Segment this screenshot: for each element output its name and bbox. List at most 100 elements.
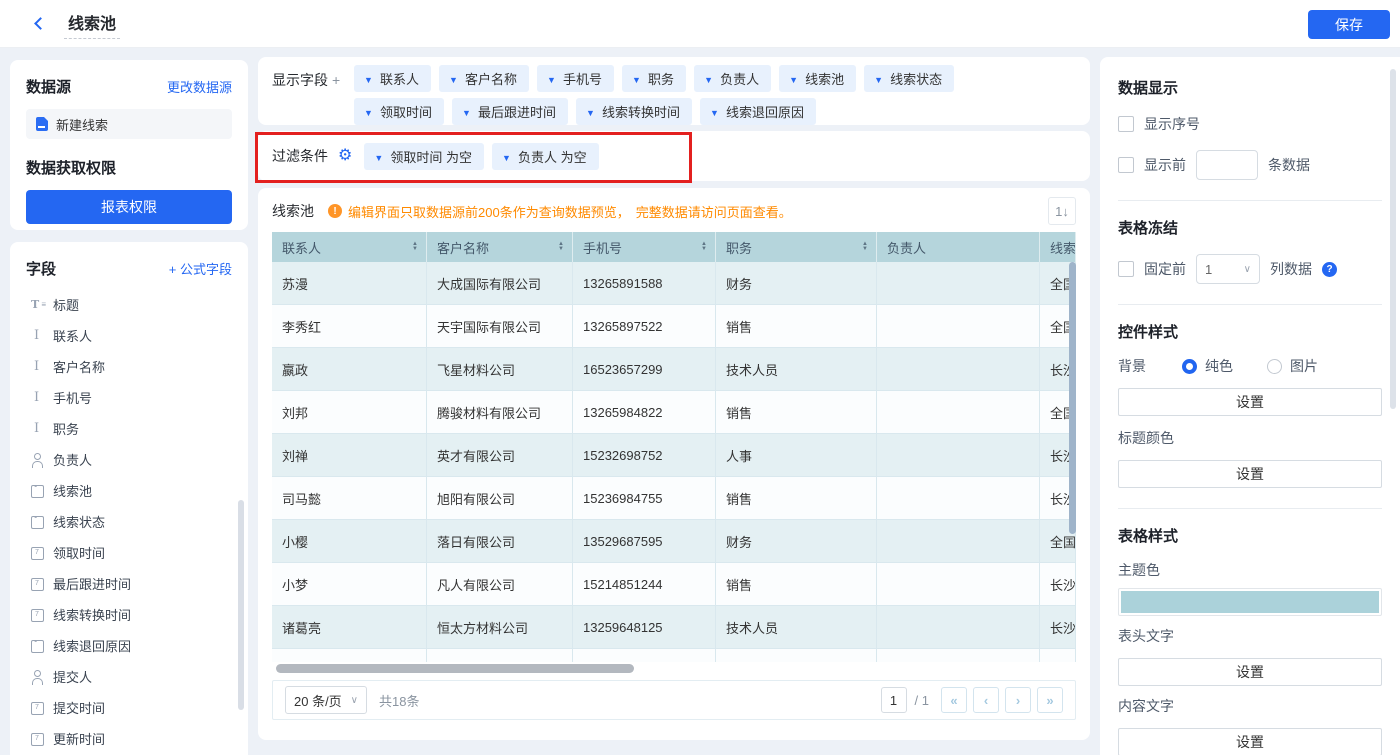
field-item[interactable]: 最后跟进时间 (26, 568, 232, 599)
field-item[interactable]: 客户名称 (26, 351, 232, 382)
field-item[interactable]: 手机号 (26, 382, 232, 413)
last-page-button[interactable] (1037, 687, 1063, 713)
cell-phone: 15232698752 (573, 434, 716, 477)
theme-color-picker[interactable] (1118, 588, 1382, 616)
cell-title: 财务 (716, 520, 877, 563)
field-item[interactable]: 更新时间 (26, 723, 232, 754)
header-text-set-button[interactable]: 设置 (1118, 658, 1382, 686)
caret-down-icon (547, 71, 556, 86)
sort-arrows-icon[interactable]: ▲▼ (552, 242, 564, 252)
freeze-label: 固定前 (1144, 259, 1186, 279)
field-item[interactable]: 提交人 (26, 661, 232, 692)
chip-label: 职务 (648, 69, 674, 88)
sort-arrows-icon[interactable]: ▲▼ (695, 242, 707, 252)
field-type-icon (30, 298, 44, 312)
solid-color-radio[interactable] (1182, 359, 1197, 374)
field-type-icon (30, 360, 44, 374)
report-permission-button[interactable]: 报表权限 (26, 190, 232, 224)
cell-owner (877, 391, 1040, 434)
content-text-set-button[interactable]: 设置 (1118, 728, 1382, 755)
change-datasource-link[interactable]: 更改数据源 (167, 77, 232, 96)
image-radio[interactable] (1267, 359, 1282, 374)
formula-field-link[interactable]: + 公式字段 (169, 259, 232, 278)
title-color-set-button[interactable]: 设置 (1118, 460, 1382, 488)
field-item[interactable]: 线索退回原因 (26, 630, 232, 661)
display-field-chip[interactable]: 客户名称 (439, 65, 529, 92)
add-field-button[interactable]: + (332, 72, 340, 88)
cell-phone: 13259648125 (573, 606, 716, 649)
datasource-heading: 数据源 (26, 76, 71, 97)
filter-chip[interactable]: 负责人 为空 (492, 143, 599, 170)
prev-page-button[interactable] (973, 687, 999, 713)
sort-arrows-icon[interactable]: ▲▼ (406, 242, 418, 252)
page-size-select[interactable]: 20 条/页 ∨ (285, 686, 367, 714)
field-item[interactable]: 联系人 (26, 320, 232, 351)
cell-customer: 天宇国际有限公司 (427, 305, 573, 348)
data-display-heading: 数据显示 (1118, 77, 1382, 98)
display-field-chip[interactable]: 最后跟进时间 (452, 98, 568, 125)
first-page-button[interactable] (941, 687, 967, 713)
display-field-chip[interactable]: 线索转换时间 (576, 98, 692, 125)
datasource-item[interactable]: 新建线索 (26, 109, 232, 139)
display-field-chip[interactable]: 领取时间 (354, 98, 444, 125)
column-header-customer[interactable]: 客户名称 ▲▼ (427, 232, 573, 262)
caret-down-icon (364, 104, 373, 119)
total-pages: / 1 (915, 693, 929, 708)
column-header-phone[interactable]: 手机号 ▲▼ (573, 232, 716, 262)
cell-phone: 13265897522 (573, 305, 716, 348)
cell-customer (427, 649, 573, 662)
table-header-row: 联系人 ▲▼ 客户名称 ▲▼ 手机号 ▲▼ 职务 ▲▼ 负责人 线索池 (272, 232, 1076, 262)
column-header-pool[interactable]: 线索池 (1040, 232, 1076, 262)
column-header-title[interactable]: 职务 ▲▼ (716, 232, 877, 262)
field-item[interactable]: 标题 (26, 289, 232, 320)
field-item[interactable]: 职务 (26, 413, 232, 444)
background-set-button[interactable]: 设置 (1118, 388, 1382, 416)
display-fields-card: 显示字段+ 联系人 客户名称 手机号 (258, 57, 1090, 125)
row-limit-input[interactable] (1196, 150, 1258, 180)
field-item[interactable]: 线索池 (26, 475, 232, 506)
current-page-input[interactable]: 1 (881, 687, 907, 713)
freeze-heading: 表格冻结 (1118, 217, 1382, 238)
display-field-chip[interactable]: 线索状态 (864, 65, 954, 92)
display-field-chip[interactable]: 线索池 (779, 65, 856, 92)
column-header-contact[interactable]: 联系人 ▲▼ (272, 232, 427, 262)
display-chips-row-2: 领取时间 最后跟进时间 线索转换时间 线索退回原因 (354, 98, 954, 125)
cell-contact: 司马懿 (272, 477, 427, 520)
show-index-checkbox[interactable] (1118, 116, 1134, 132)
cell-phone: 13265984822 (573, 391, 716, 434)
field-type-icon (30, 546, 44, 560)
show-first-checkbox[interactable] (1118, 157, 1134, 173)
gear-icon[interactable]: ⚙ (338, 148, 352, 164)
background-label: 背景 (1118, 356, 1146, 376)
field-item[interactable]: 领取时间 (26, 537, 232, 568)
field-item-label: 更新时间 (53, 729, 105, 748)
cell-owner (877, 348, 1040, 391)
field-item-label: 客户名称 (53, 357, 105, 376)
display-field-chip[interactable]: 手机号 (537, 65, 614, 92)
page-title[interactable]: 线索池 (64, 8, 120, 39)
field-item[interactable]: 线索状态 (26, 506, 232, 537)
display-field-chip[interactable]: 线索退回原因 (700, 98, 816, 125)
save-button[interactable]: 保存 (1308, 10, 1390, 39)
sort-order-button[interactable]: 1↓ (1048, 197, 1076, 225)
help-icon[interactable]: ? (1322, 262, 1337, 277)
next-page-button[interactable] (1005, 687, 1031, 713)
display-field-chip[interactable]: 职务 (622, 65, 686, 92)
column-header-owner[interactable]: 负责人 (877, 232, 1040, 262)
panel-scrollbar[interactable] (1390, 69, 1396, 409)
filter-chip[interactable]: 领取时间 为空 (364, 143, 484, 170)
back-button[interactable] (30, 14, 50, 34)
field-item[interactable]: 负责人 (26, 444, 232, 475)
fields-scrollbar[interactable] (238, 500, 244, 710)
display-field-chip[interactable]: 联系人 (354, 65, 431, 92)
sort-arrows-icon[interactable]: ▲▼ (856, 242, 868, 252)
table-horizontal-scrollbar[interactable] (276, 664, 634, 673)
warning-link[interactable]: 完整数据请访问页面查看。 (636, 202, 792, 221)
cell-owner (877, 649, 1040, 662)
freeze-count-select[interactable]: 1 ∨ (1196, 254, 1260, 284)
freeze-checkbox[interactable] (1118, 261, 1134, 277)
display-field-chip[interactable]: 负责人 (694, 65, 771, 92)
field-item[interactable]: 线索转换时间 (26, 599, 232, 630)
table-vertical-scrollbar[interactable] (1069, 262, 1076, 534)
field-item[interactable]: 提交时间 (26, 692, 232, 723)
